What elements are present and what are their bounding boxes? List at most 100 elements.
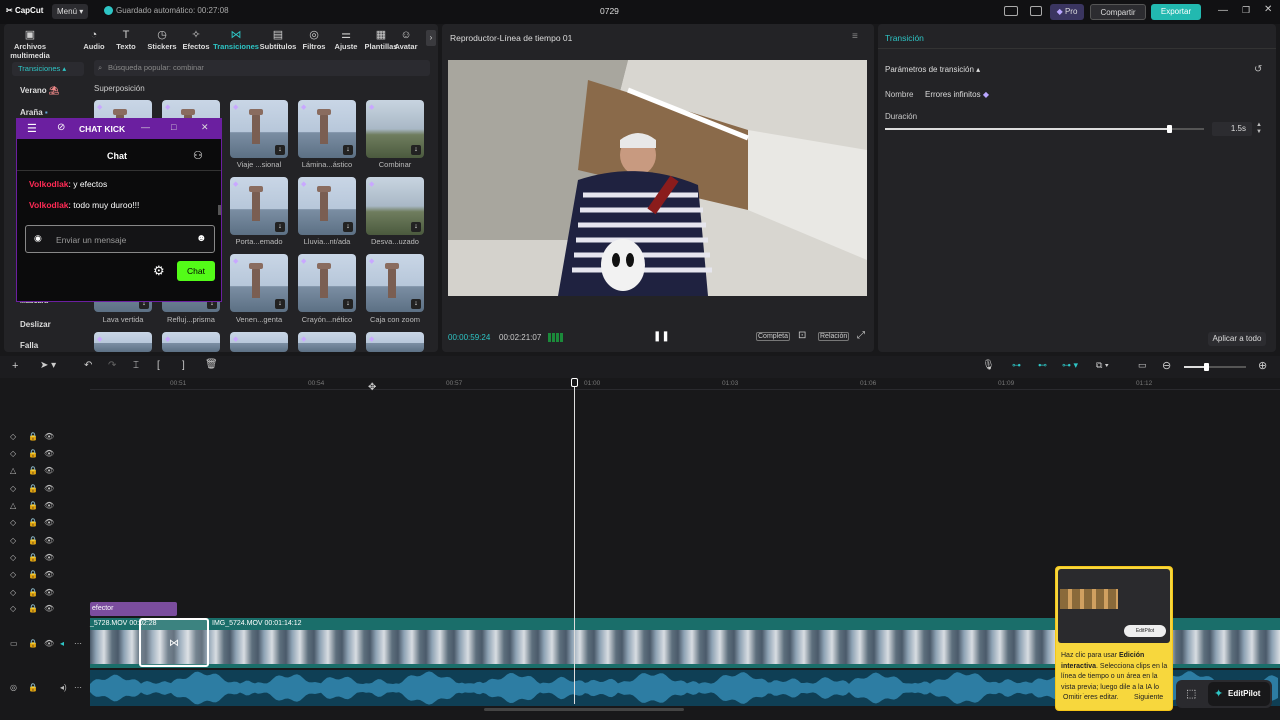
- params-section-title[interactable]: Parámetros de transición ▴: [885, 65, 980, 74]
- main-track-link-icon[interactable]: ⊶: [1012, 360, 1021, 371]
- pro-button[interactable]: ◆ Pro: [1050, 4, 1084, 20]
- transition-thumb[interactable]: ◆↓: [298, 177, 356, 235]
- zoom-slider[interactable]: [1184, 363, 1246, 371]
- tool-media[interactable]: ▣ Archivos multimedia: [8, 28, 52, 60]
- users-icon[interactable]: ⚇: [193, 149, 203, 162]
- track-header[interactable]: ◇ 🔒 👁: [10, 588, 80, 600]
- fullscreen-icon[interactable]: ⤢: [857, 330, 865, 341]
- download-icon[interactable]: ↓: [343, 145, 353, 155]
- auto-snap-icon[interactable]: ⊷: [1038, 360, 1047, 371]
- main-track-header[interactable]: ▭ 🔒 👁 ◂ ⋯: [10, 639, 82, 651]
- audio-track-header[interactable]: ◎ 🔒 ◂) ⋯: [10, 683, 82, 695]
- layout-icon[interactable]: [1004, 6, 1018, 16]
- transition-thumb[interactable]: ◆↓: [230, 254, 288, 312]
- zoom-out-icon[interactable]: ⊖: [1162, 359, 1171, 372]
- track-header[interactable]: △ 🔒 👁: [10, 501, 80, 513]
- undo-icon[interactable]: ↶: [84, 360, 92, 371]
- download-icon[interactable]: ↓: [275, 145, 285, 155]
- export-button[interactable]: Exportar: [1151, 4, 1201, 20]
- transition-thumb[interactable]: ◆: [298, 332, 356, 352]
- track-header[interactable]: ◇ 🔒 👁: [10, 604, 80, 616]
- split-icon[interactable]: ⌶: [133, 360, 139, 371]
- track-header[interactable]: ◇ 🔒 👁: [10, 570, 80, 582]
- transition-thumb[interactable]: ◆↓: [366, 100, 424, 158]
- chat-minimize-icon[interactable]: —: [141, 122, 150, 132]
- tooltip-skip-link[interactable]: Omitir: [1061, 694, 1084, 701]
- trim-right-icon[interactable]: ]: [182, 360, 185, 371]
- transition-thumb[interactable]: ◆↓: [230, 177, 288, 235]
- preview-axis-icon[interactable]: ⧉ ▾: [1096, 360, 1109, 371]
- video-preview[interactable]: [448, 60, 867, 296]
- track-header[interactable]: ◇ 🔒 👁: [10, 484, 80, 496]
- playhead[interactable]: [574, 378, 575, 704]
- emoji-icon[interactable]: ☻: [196, 233, 207, 244]
- transition-thumb[interactable]: ◆: [94, 332, 152, 352]
- transition-thumb[interactable]: ◆: [366, 332, 424, 352]
- duration-stepper-icon[interactable]: ▲ ▼: [1256, 122, 1262, 136]
- tooltip-next-button[interactable]: Siguiente: [1134, 694, 1164, 701]
- download-icon[interactable]: ↓: [411, 299, 421, 309]
- transition-thumb[interactable]: ◆↓: [366, 177, 424, 235]
- player-menu-icon[interactable]: ≡: [852, 31, 858, 42]
- time-ruler[interactable]: 00:51 00:54 00:57 01:00 01:03 01:06 01:0…: [90, 378, 1280, 390]
- transition-thumb[interactable]: ◆↓: [298, 100, 356, 158]
- duration-input[interactable]: 1.5s: [1212, 122, 1252, 136]
- download-icon[interactable]: ↓: [411, 145, 421, 155]
- pause-icon[interactable]: ❚❚: [653, 331, 670, 342]
- microphone-icon[interactable]: 🎙: [982, 360, 995, 371]
- apply-all-button[interactable]: Aplicar a todo: [1208, 332, 1266, 346]
- transition-thumb[interactable]: ◆↓: [298, 254, 356, 312]
- transition-thumb[interactable]: ◆↓: [366, 254, 424, 312]
- category-glitch[interactable]: Falla: [20, 341, 38, 350]
- shortcut-icon[interactable]: [1030, 6, 1042, 16]
- download-icon[interactable]: ↓: [343, 299, 353, 309]
- trim-left-icon[interactable]: [: [157, 360, 160, 371]
- delete-icon[interactable]: 🗑: [205, 359, 218, 370]
- track-header[interactable]: ◇ 🔒 👁: [10, 536, 80, 548]
- category-summer[interactable]: Verano ⛱: [20, 86, 59, 95]
- track-header[interactable]: △ 🔒 👁: [10, 466, 80, 478]
- transition-thumb[interactable]: ◆↓: [230, 100, 288, 158]
- close-icon[interactable]: ✕: [1264, 4, 1272, 15]
- chat-message-input[interactable]: ◉ Enviar un mensaje ☻: [25, 225, 215, 253]
- playhead-handle[interactable]: [571, 378, 578, 387]
- editpilot-button[interactable]: ✦ EditPilot: [1208, 682, 1270, 706]
- minimize-icon[interactable]: —: [1218, 5, 1228, 16]
- thumbnail-icon[interactable]: ▭: [1138, 360, 1147, 371]
- chat-close-icon[interactable]: ✕: [201, 122, 209, 133]
- cursor-select-icon[interactable]: ⬚: [1186, 687, 1196, 700]
- timeline-scrollbar[interactable]: [484, 708, 684, 711]
- linkage-icon[interactable]: ⊶ ▾: [1062, 360, 1078, 371]
- track-header[interactable]: ◇ 🔒 👁: [10, 432, 80, 444]
- maximize-icon[interactable]: ❐: [1242, 5, 1250, 16]
- search-input[interactable]: ⌕ Búsqueda popular: combinar: [94, 60, 430, 76]
- properties-tab[interactable]: Transición: [885, 33, 924, 43]
- transition-clip[interactable]: ⋈: [139, 618, 209, 667]
- reset-icon[interactable]: ↺: [1254, 64, 1262, 75]
- category-slide[interactable]: Deslizar: [20, 320, 51, 329]
- share-button[interactable]: Compartir: [1090, 4, 1146, 20]
- effect-clip[interactable]: efector: [90, 602, 177, 616]
- menu-button[interactable]: Menú ▾: [52, 4, 88, 19]
- track-header[interactable]: ◇ 🔒 👁: [10, 449, 80, 461]
- track-header[interactable]: ◇ 🔒 👁: [10, 518, 80, 530]
- track-header[interactable]: ◇ 🔒 👁: [10, 553, 80, 565]
- snapshot-icon[interactable]: ⊡: [798, 330, 806, 341]
- full-quality-button[interactable]: Completa: [756, 332, 790, 341]
- tool-avatar[interactable]: ☺ Avatar: [389, 28, 423, 51]
- hamburger-icon[interactable]: ☰: [27, 122, 37, 135]
- category-spider[interactable]: Araña ▪: [20, 108, 48, 117]
- select-tool-icon[interactable]: ➤ ▾: [40, 360, 56, 371]
- settings-gear-icon[interactable]: ⚙: [153, 263, 165, 279]
- chat-scrollbar[interactable]: [218, 205, 221, 215]
- add-track-icon[interactable]: +: [12, 360, 18, 372]
- transition-thumb[interactable]: ◆: [162, 332, 220, 352]
- duration-slider-handle[interactable]: [1166, 125, 1172, 133]
- download-icon[interactable]: ↓: [275, 299, 285, 309]
- category-dropdown[interactable]: Transiciones ▴: [12, 62, 84, 76]
- chat-maximize-icon[interactable]: □: [171, 122, 176, 132]
- download-icon[interactable]: ↓: [343, 222, 353, 232]
- aspect-ratio-button[interactable]: Relación: [818, 332, 850, 341]
- zoom-slider-handle[interactable]: [1203, 363, 1209, 371]
- toolbar-scroll-arrow-icon[interactable]: ›: [426, 30, 436, 46]
